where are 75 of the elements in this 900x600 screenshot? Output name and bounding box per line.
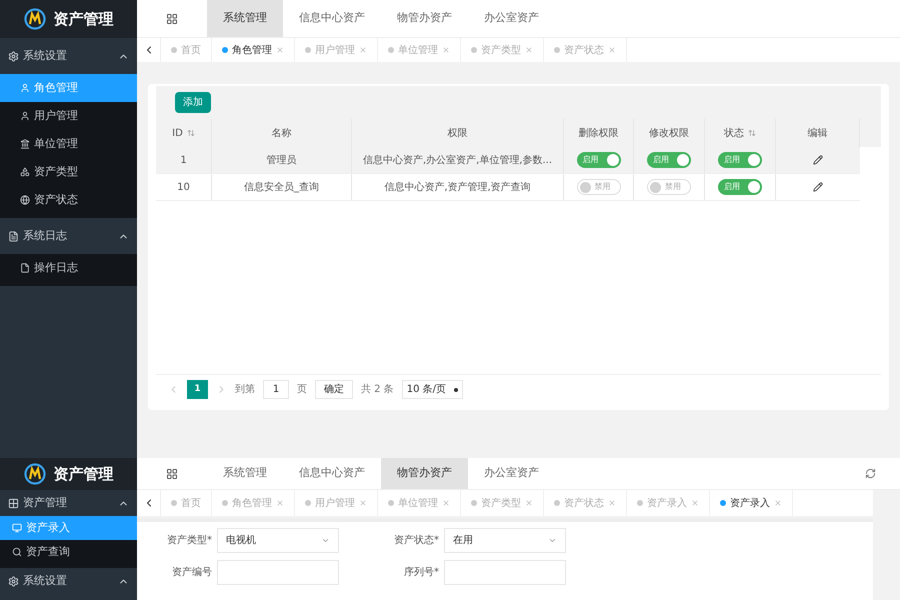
logo-icon	[24, 463, 46, 485]
group-icon	[8, 230, 19, 242]
sidebar-item[interactable]: 资产类型	[0, 158, 137, 186]
sort-icon[interactable]	[186, 129, 195, 137]
input-field[interactable]	[217, 560, 339, 585]
sidebar-item[interactable]: 用户管理	[0, 102, 137, 130]
edit-icon[interactable]	[813, 182, 823, 192]
goto-label: 到第	[235, 383, 255, 397]
close-icon[interactable]	[359, 46, 367, 54]
table-row[interactable]: 10 信息安全员_查询 信息中心资产,资产管理,资产查询 禁用 禁用 启用	[156, 174, 860, 201]
top-nav-tab[interactable]: 办公室资产	[468, 458, 555, 489]
top-nav-tab[interactable]: 信息中心资产	[283, 458, 381, 489]
item-icon	[20, 111, 30, 121]
item-icon	[12, 547, 22, 557]
edit-icon[interactable]	[813, 155, 823, 165]
total-count: 共 2 条	[361, 382, 394, 397]
confirm-button[interactable]: 确定	[315, 380, 353, 399]
refresh-icon[interactable]	[864, 468, 876, 479]
close-icon[interactable]	[608, 46, 616, 54]
sort-icon[interactable]	[748, 129, 756, 137]
top-nav-tab[interactable]: 系统管理	[207, 458, 283, 489]
group-icon	[8, 576, 19, 586]
item-icon	[20, 139, 30, 149]
add-button[interactable]: 添加	[175, 92, 211, 113]
top-nav-tab[interactable]: 办公室资产	[468, 0, 555, 37]
dropdown-icon	[548, 536, 557, 545]
table-cell: 10	[156, 174, 212, 200]
item-icon	[20, 83, 30, 93]
top-nav-tab[interactable]: 物管办资产	[381, 0, 468, 37]
page-size-select[interactable]: 10 条/页	[402, 380, 464, 399]
sidebar-item[interactable]: 资产状态	[0, 186, 137, 214]
close-icon[interactable]	[608, 499, 616, 507]
select-field[interactable]: 电视机	[217, 528, 339, 553]
page-label: 页	[297, 383, 307, 397]
table-cell: 1	[156, 147, 212, 173]
group-icon	[8, 498, 19, 508]
sidebar-item[interactable]: 单位管理	[0, 130, 137, 158]
close-icon[interactable]	[525, 499, 533, 507]
field-label: 序列号*	[403, 566, 439, 580]
table-cell: 管理员	[212, 147, 352, 173]
top-nav-tab[interactable]: 物管办资产	[381, 458, 468, 489]
table-cell: 信息安全员_查询	[212, 174, 352, 200]
table-row[interactable]: 1 管理员 信息中心资产,办公室资产,单位管理,参数... 启用 启用 启用	[156, 147, 860, 174]
page-tab[interactable]: 资产录入	[710, 490, 793, 516]
close-icon[interactable]	[276, 46, 284, 54]
app-title: 资产管理	[54, 8, 114, 30]
menu-icon[interactable]	[166, 468, 178, 480]
close-icon[interactable]	[442, 499, 450, 507]
logo-icon	[24, 8, 46, 30]
close-icon[interactable]	[774, 499, 782, 507]
table-cell: 信息中心资产,办公室资产,单位管理,参数...	[352, 147, 564, 173]
item-icon	[20, 167, 30, 177]
field-label: 资产编号	[171, 566, 212, 580]
group-icon	[8, 50, 19, 62]
field-label: 资产状态*	[393, 534, 439, 548]
field-label: 资产类型*	[166, 534, 212, 548]
close-icon[interactable]	[276, 499, 284, 507]
table-cell: 信息中心资产,资产管理,资产查询	[352, 174, 564, 200]
select-field[interactable]: 在用	[444, 528, 566, 553]
close-icon[interactable]	[525, 46, 533, 54]
close-icon[interactable]	[442, 46, 450, 54]
page-number[interactable]: 1	[187, 380, 208, 399]
close-icon[interactable]	[691, 499, 699, 507]
item-icon	[20, 195, 30, 205]
dropdown-icon	[321, 536, 330, 545]
input-field[interactable]	[444, 560, 566, 585]
page-input[interactable]: 1	[263, 380, 289, 399]
close-icon[interactable]	[359, 499, 367, 507]
top-nav-tab[interactable]: 信息中心资产	[283, 0, 381, 37]
sidebar-item[interactable]: 资产查询	[0, 540, 137, 564]
top-nav-tab[interactable]: 系统管理	[207, 0, 283, 37]
item-icon	[20, 263, 30, 273]
menu-icon[interactable]	[166, 12, 178, 24]
app-title: 资产管理	[54, 464, 114, 485]
item-icon	[12, 523, 22, 533]
